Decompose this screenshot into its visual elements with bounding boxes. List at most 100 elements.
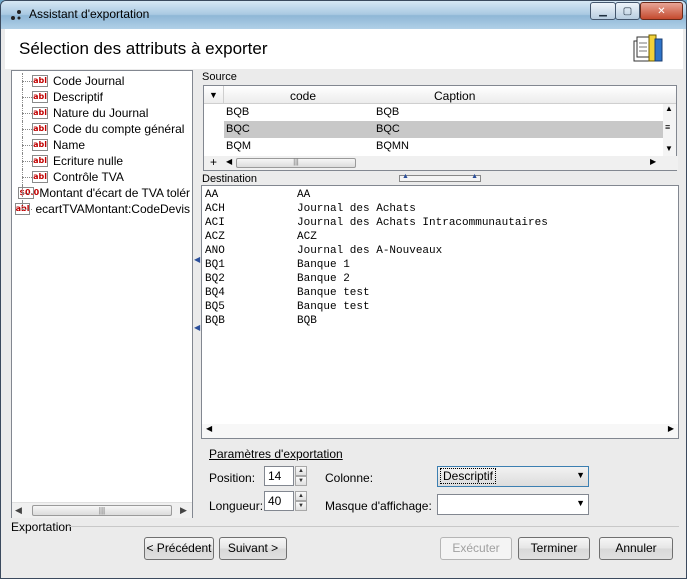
cell-code: BQC [226,123,250,135]
scroll-thumb[interactable]: ||| [236,158,356,168]
dest-text: ACZ [297,231,317,243]
column-header-code[interactable]: code [290,89,316,103]
table-row[interactable]: BQM BQMN [224,138,664,155]
splitter-left-arrow-icon[interactable]: ◀ [194,255,200,264]
tree-item-label: Descriptif [53,90,104,104]
cell-caption: BQB [376,106,400,118]
tree-item[interactable]: abl Descriptif [12,89,190,105]
scroll-right-icon[interactable]: ▶ [668,424,674,433]
scroll-right-icon[interactable]: ▶ [180,505,187,516]
tree-item[interactable]: abl ecartTVAMontant:CodeDevis [12,201,190,217]
mask-label: Masque d'affichage: [325,499,432,513]
tree-item-label: Contrôle TVA [53,170,124,184]
field-type-icon: abl [32,155,48,167]
tree-connector [12,169,32,185]
position-input[interactable]: 14 [264,466,294,486]
dest-code: BQ1 [205,259,225,271]
export-params-title: Paramètres d'exportation [209,447,343,461]
list-item: ACI Journal des Achats Intracommunautaire… [205,217,675,231]
stepper-down-icon[interactable]: ▼ [295,501,307,511]
dest-text: Banque test [297,301,370,313]
scroll-left-icon[interactable]: ◀ [226,157,232,166]
tree-item[interactable]: abl Code du compte général [12,121,190,137]
dest-code: BQB [205,315,225,327]
grid-header: ▼ code Caption [204,86,676,104]
maximize-button[interactable]: ▢ [615,2,640,20]
finish-button[interactable]: Terminer [518,537,590,560]
scroll-left-icon[interactable]: ◀ [15,505,22,516]
tree-item[interactable]: abl Contrôle TVA [12,169,190,185]
destination-horizontal-scrollbar[interactable]: ◀ ▶ [202,424,678,438]
tree-item[interactable]: abl Name [12,137,190,153]
length-input[interactable]: 40 [264,491,294,511]
dest-text: Journal des Achats [297,203,416,215]
attribute-tree[interactable]: ◀ ||| ▶ abl Code Journal abl Descriptif abl N… [11,70,193,518]
window-title: Assistant d'exportation [29,7,150,21]
tree-connector [12,137,32,153]
field-type-icon: abl [32,123,48,135]
stepper-up-icon[interactable]: ▲ [295,466,307,476]
length-stepper[interactable]: ▲ ▼ [295,491,307,511]
field-type-icon: abl [32,75,48,87]
app-icon [11,10,21,20]
destination-preview[interactable]: BQB BQB BQ5 Banque test BQ4 Banque test BQ2 Ban… [201,185,679,439]
tree-horizontal-scrollbar[interactable]: ◀ ||| ▶ [12,502,192,518]
table-row[interactable]: BQC BQC [224,121,664,138]
previous-button[interactable]: < Précédent [144,537,214,560]
tree-item-label: Montant d'écart de TVA tolér [39,186,190,200]
list-item: BQ4 Banque test [205,287,675,301]
add-row-button[interactable]: + [210,155,217,169]
minimize-button[interactable]: ▁ [590,2,616,20]
cell-caption: BQC [376,123,400,135]
position-stepper[interactable]: ▲ ▼ [295,466,307,486]
dest-code: ACH [205,203,225,215]
dest-code: ACI [205,217,225,229]
tree-connector [12,121,32,137]
chevron-down-icon: ▼ [576,498,585,508]
cancel-button[interactable]: Annuler [599,537,673,560]
cell-code: BQM [226,140,252,152]
column-header-caption[interactable]: Caption [434,89,475,103]
scroll-down-icon[interactable]: ▼ [665,144,673,153]
column-select[interactable]: Descriptif ▼ [437,466,589,487]
source-grid[interactable]: ▼ code Caption BQB BQB BQC BQC BQM BQMN ▲ ≡ ▼… [203,85,678,171]
dest-text: AA [297,189,311,201]
tree-connector [12,201,30,217]
execute-button[interactable]: Exécuter [440,537,512,560]
splitter-up-arrow-icon: ▲ [402,173,409,180]
column-chooser-dropdown[interactable]: ▼ [204,86,224,104]
tree-item-label: Code du compte général [53,122,185,136]
position-label: Position: [209,471,256,485]
splitter-up-arrow-icon: ▲ [471,173,478,180]
next-button[interactable]: Suivant > [219,537,287,560]
splitter-handle[interactable]: ▲ ▲ [399,173,481,182]
list-item: AA AA [205,189,675,203]
dest-code: BQ4 [205,287,225,299]
list-item: ACH Journal des Achats [205,203,675,217]
dest-text: Journal des Achats Intracommunautaires [297,217,548,229]
tree-item[interactable]: $0.0 Montant d'écart de TVA tolér [12,185,190,201]
stepper-down-icon[interactable]: ▼ [295,476,307,486]
list-item: BQ1 Banque 1 [205,259,675,273]
dest-text: BQB [297,315,317,327]
mask-select[interactable]: ▼ [437,494,589,515]
scroll-left-icon[interactable]: ◀ [206,424,212,433]
close-button[interactable]: ✕ [640,2,683,20]
stepper-up-icon[interactable]: ▲ [295,491,307,501]
dropdown-arrow-icon: ▼ [209,90,218,100]
tree-item[interactable]: abl Code Journal [12,73,190,89]
table-row[interactable]: BQB BQB [224,104,664,121]
dest-code: AA [205,189,219,201]
column-select-value: Descriptif [439,468,497,484]
scroll-right-icon[interactable]: ▶ [650,157,656,166]
splitter-left-arrow-icon[interactable]: ◀ [194,323,200,332]
tree-item[interactable]: abl Nature du Journal [12,105,190,121]
scroll-thumb[interactable]: ≡ [665,122,670,132]
scroll-up-icon[interactable]: ▲ [665,104,673,113]
cell-caption: BQMN [376,140,409,152]
page-title: Sélection des attributs à exporter [19,39,268,58]
source-vertical-scrollbar[interactable]: ▲ ≡ ▼ [663,104,676,156]
scroll-thumb[interactable]: ||| [32,505,172,516]
title-bar: Assistant d'exportation ▁ ▢ ✕ [1,1,686,29]
tree-item[interactable]: abl Ecriture nulle [12,153,190,169]
